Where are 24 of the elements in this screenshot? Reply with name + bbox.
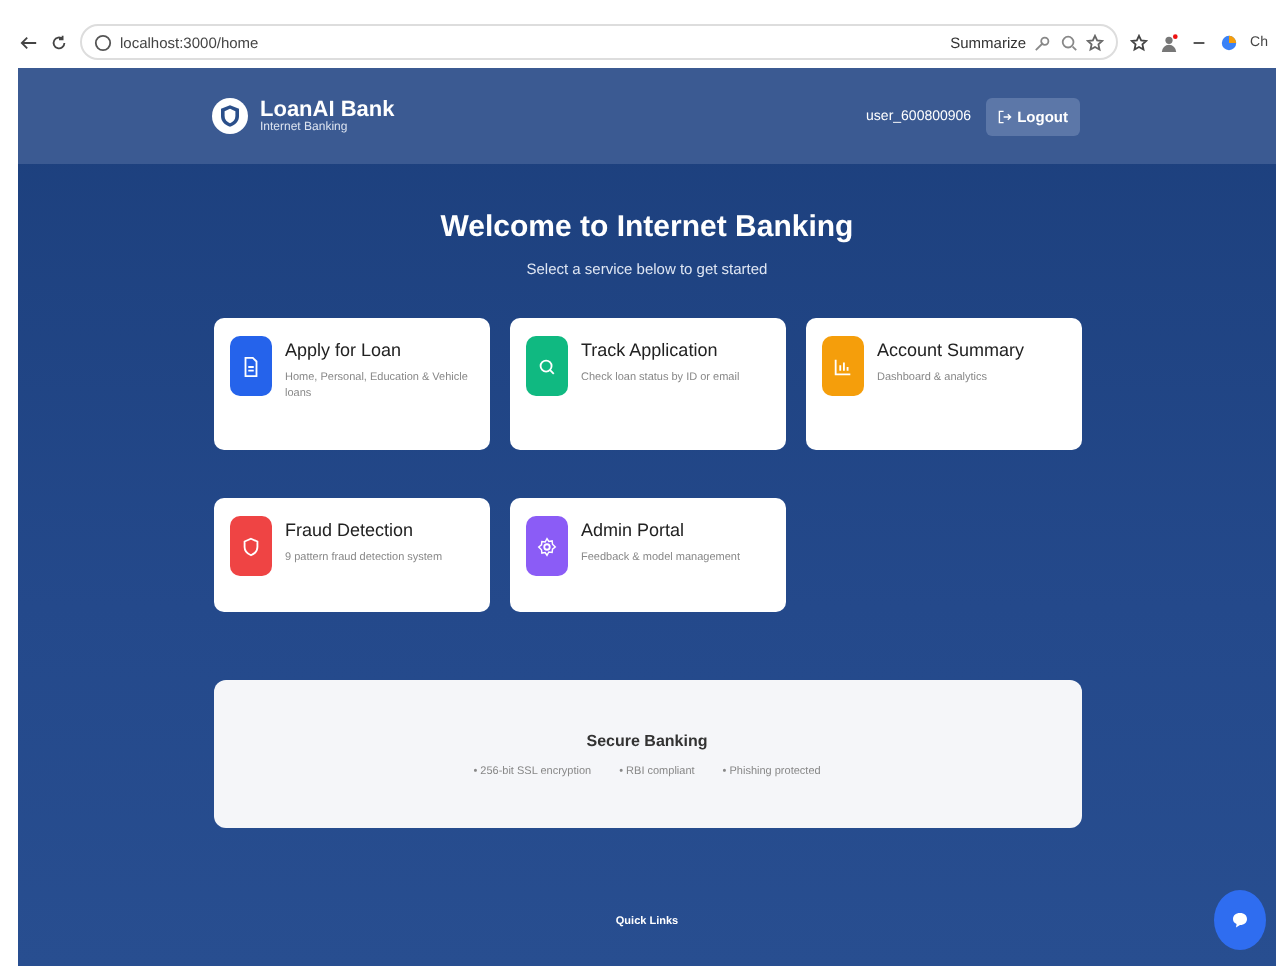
chat-bubble-icon	[1230, 910, 1250, 930]
reload-icon[interactable]	[50, 33, 68, 51]
logout-icon	[997, 109, 1012, 123]
profile-icon[interactable]	[1160, 33, 1179, 51]
search-icon	[535, 355, 557, 377]
service-title: Apply for Loan	[285, 340, 404, 360]
chat-button[interactable]	[1214, 890, 1266, 950]
shield-logo-icon	[212, 98, 248, 134]
document-icon	[239, 355, 261, 377]
service-title: Account Summary	[877, 340, 1025, 360]
key-icon[interactable]	[1034, 33, 1053, 51]
brand-name: LoanAI Bank	[260, 98, 395, 122]
zoom-icon[interactable]	[1060, 33, 1079, 51]
favorites-icon[interactable]	[1130, 33, 1149, 51]
star-icon[interactable]	[1086, 33, 1105, 51]
back-icon[interactable]	[20, 33, 38, 51]
service-title: Track Application	[581, 340, 720, 360]
bar-chart-icon	[831, 355, 853, 377]
shield-icon	[239, 535, 261, 557]
page-title: Welcome to Internet Banking	[440, 210, 854, 244]
gear-icon	[535, 535, 557, 557]
service-title: Fraud Detection	[285, 520, 416, 540]
security-title: Secure Banking	[586, 731, 708, 749]
service-title: Admin Portal	[581, 520, 687, 540]
